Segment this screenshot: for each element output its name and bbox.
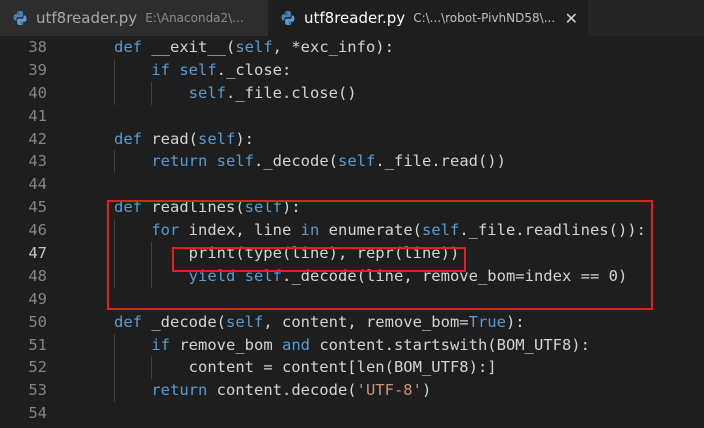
code-line[interactable]: 43 return self._decode(self._file.read()… (0, 150, 704, 174)
code-line[interactable]: 47 print(type(line), repr(line)) (0, 242, 704, 265)
code-text: content = content[len(BOM_UTF8):] (114, 358, 497, 377)
line-number: 54 (28, 404, 47, 423)
tab-utf8reader-anaconda[interactable]: utf8reader.py E:\Anaconda2\... (0, 0, 268, 36)
line-number: 51 (28, 335, 47, 354)
code-line[interactable]: 52 content = content[len(BOM_UTF8):] (0, 356, 704, 380)
code-line[interactable]: 38 def __exit__(self, *exc_info): (0, 36, 704, 59)
tab-bar: utf8reader.py E:\Anaconda2\... utf8reade… (0, 0, 704, 36)
close-tab-icon[interactable]: ✕ (557, 9, 578, 28)
code-text: def read(self): (114, 129, 254, 148)
code-text: return content.decode('UTF-8') (151, 381, 432, 400)
code-line[interactable]: 49 (0, 288, 704, 311)
tab-title: utf8reader.py (304, 9, 406, 27)
code-text: self._file.close() (188, 83, 357, 102)
line-number: 46 (28, 221, 47, 240)
code-text: return self._decode(self._file.read()) (151, 152, 506, 171)
line-number: 42 (28, 129, 47, 148)
line-number: 48 (28, 266, 47, 285)
line-number: 38 (28, 38, 47, 56)
tab-utf8reader-robot[interactable]: utf8reader.py C:\...\robot-PivhND58\... … (268, 0, 588, 36)
line-number: 41 (28, 106, 47, 125)
code-text: def __exit__(self, *exc_info): (114, 38, 394, 56)
line-number: 45 (28, 198, 47, 217)
code-line[interactable]: 46 for index, line in enumerate(self._fi… (0, 219, 704, 243)
tab-path: E:\Anaconda2\... (145, 11, 244, 25)
python-file-icon (13, 11, 27, 25)
line-number: 52 (28, 358, 47, 377)
code-line[interactable]: 50 def _decode(self, content, remove_bom=… (0, 311, 704, 334)
code-text: def readlines(self): (114, 198, 301, 217)
line-number: 47 (28, 244, 47, 263)
code-text: if self._close: (151, 60, 292, 79)
code-line[interactable]: 51 if remove_bom and content.startswith(… (0, 333, 704, 357)
line-number: 40 (28, 83, 47, 102)
code-text: for index, line in enumerate(self._file.… (151, 221, 646, 240)
tab-path: C:\...\robot-PivhND58\... (413, 11, 556, 25)
code-text: def _decode(self, content, remove_bom=Tr… (114, 312, 525, 331)
line-number: 50 (28, 312, 47, 331)
code-text: print(type(line), repr(line)) (114, 244, 460, 263)
code-line[interactable]: 48 yield self._decode(line, remove_bom=i… (0, 264, 704, 288)
line-number: 49 (28, 289, 47, 308)
code-line[interactable]: 54 (0, 402, 704, 425)
code-line[interactable]: 53 return content.decode('UTF-8') (0, 379, 704, 403)
code-text: if remove_bom and content.startswith(BOM… (151, 335, 590, 354)
code-text: yield self._decode(line, remove_bom=inde… (188, 266, 628, 285)
python-file-icon (281, 11, 295, 25)
code-line[interactable]: 41 (0, 105, 704, 128)
code-line[interactable]: 45 def readlines(self): (0, 196, 704, 219)
code-line[interactable]: 40 self._file.close() (0, 81, 704, 105)
line-number: 44 (28, 175, 47, 194)
code-line[interactable]: 39 if self._close: (0, 58, 704, 82)
line-number: 53 (28, 381, 47, 400)
code-editor[interactable]: 38 def __exit__(self, *exc_info): 39 if se… (0, 36, 704, 428)
tab-title: utf8reader.py (36, 9, 138, 27)
code-line[interactable]: 42 def read(self): (0, 128, 704, 151)
line-number: 43 (28, 152, 47, 171)
line-number: 39 (28, 60, 47, 79)
code-line[interactable]: 44 (0, 173, 704, 196)
